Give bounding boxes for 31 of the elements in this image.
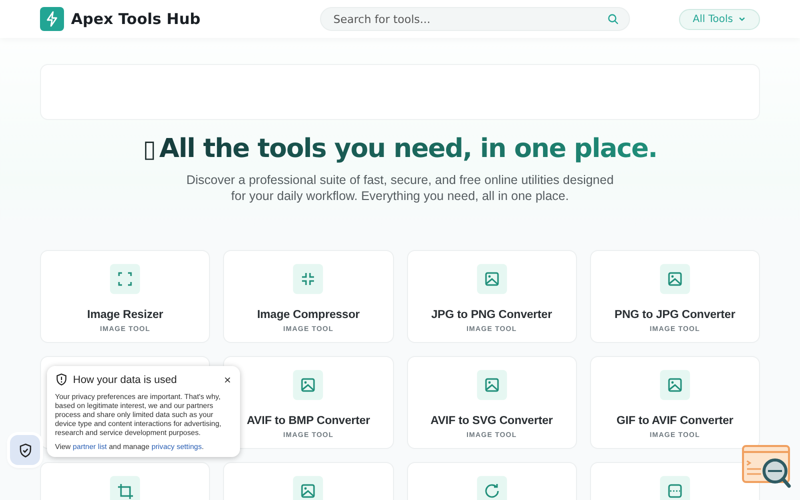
- crop-icon: [110, 476, 140, 500]
- image-icon: [660, 370, 690, 400]
- tool-name: PNG to JPG Converter: [614, 309, 736, 321]
- image-icon: [293, 476, 324, 500]
- scan-icon: [660, 476, 690, 500]
- shield-check-icon: [18, 442, 32, 458]
- search-field[interactable]: Search for tools...: [320, 7, 630, 31]
- image-icon: [476, 370, 507, 400]
- site-logo-text[interactable]: Apex Tools Hub: [71, 10, 201, 28]
- heading-symbol: ▯: [142, 134, 156, 165]
- tool-name: Image Resizer: [87, 309, 164, 321]
- search-icon[interactable]: [607, 13, 620, 25]
- rotate-icon: [476, 476, 507, 500]
- hero-subtitle: Discover a professional suite of fast, secure, and free online utilities designed for your daily workflow. Everything you need, all in one place.: [185, 172, 615, 204]
- tool-name: Image Compressor: [257, 309, 360, 321]
- compress-icon: [293, 264, 324, 294]
- lightning-logo-icon: [40, 7, 64, 31]
- browser-magnifier-icon[interactable]: [742, 445, 792, 491]
- image-icon: [660, 264, 690, 294]
- tool-name: GIF to AVIF Converter: [616, 415, 734, 427]
- tool-name: AVIF to SVG Converter: [430, 415, 553, 427]
- popup-title: How your data is used: [73, 374, 178, 386]
- privacy-shield-button[interactable]: [10, 435, 40, 465]
- tool-name: JPG to PNG Converter: [431, 309, 552, 321]
- image-icon: [293, 370, 324, 400]
- image-icon: [476, 264, 507, 294]
- shield-alert-icon: [55, 373, 68, 386]
- chevron-down-icon: [738, 15, 746, 23]
- close-button[interactable]: ×: [224, 374, 231, 386]
- expand-icon: [110, 264, 140, 294]
- tool-name: AVIF to BMP Converter: [246, 415, 370, 427]
